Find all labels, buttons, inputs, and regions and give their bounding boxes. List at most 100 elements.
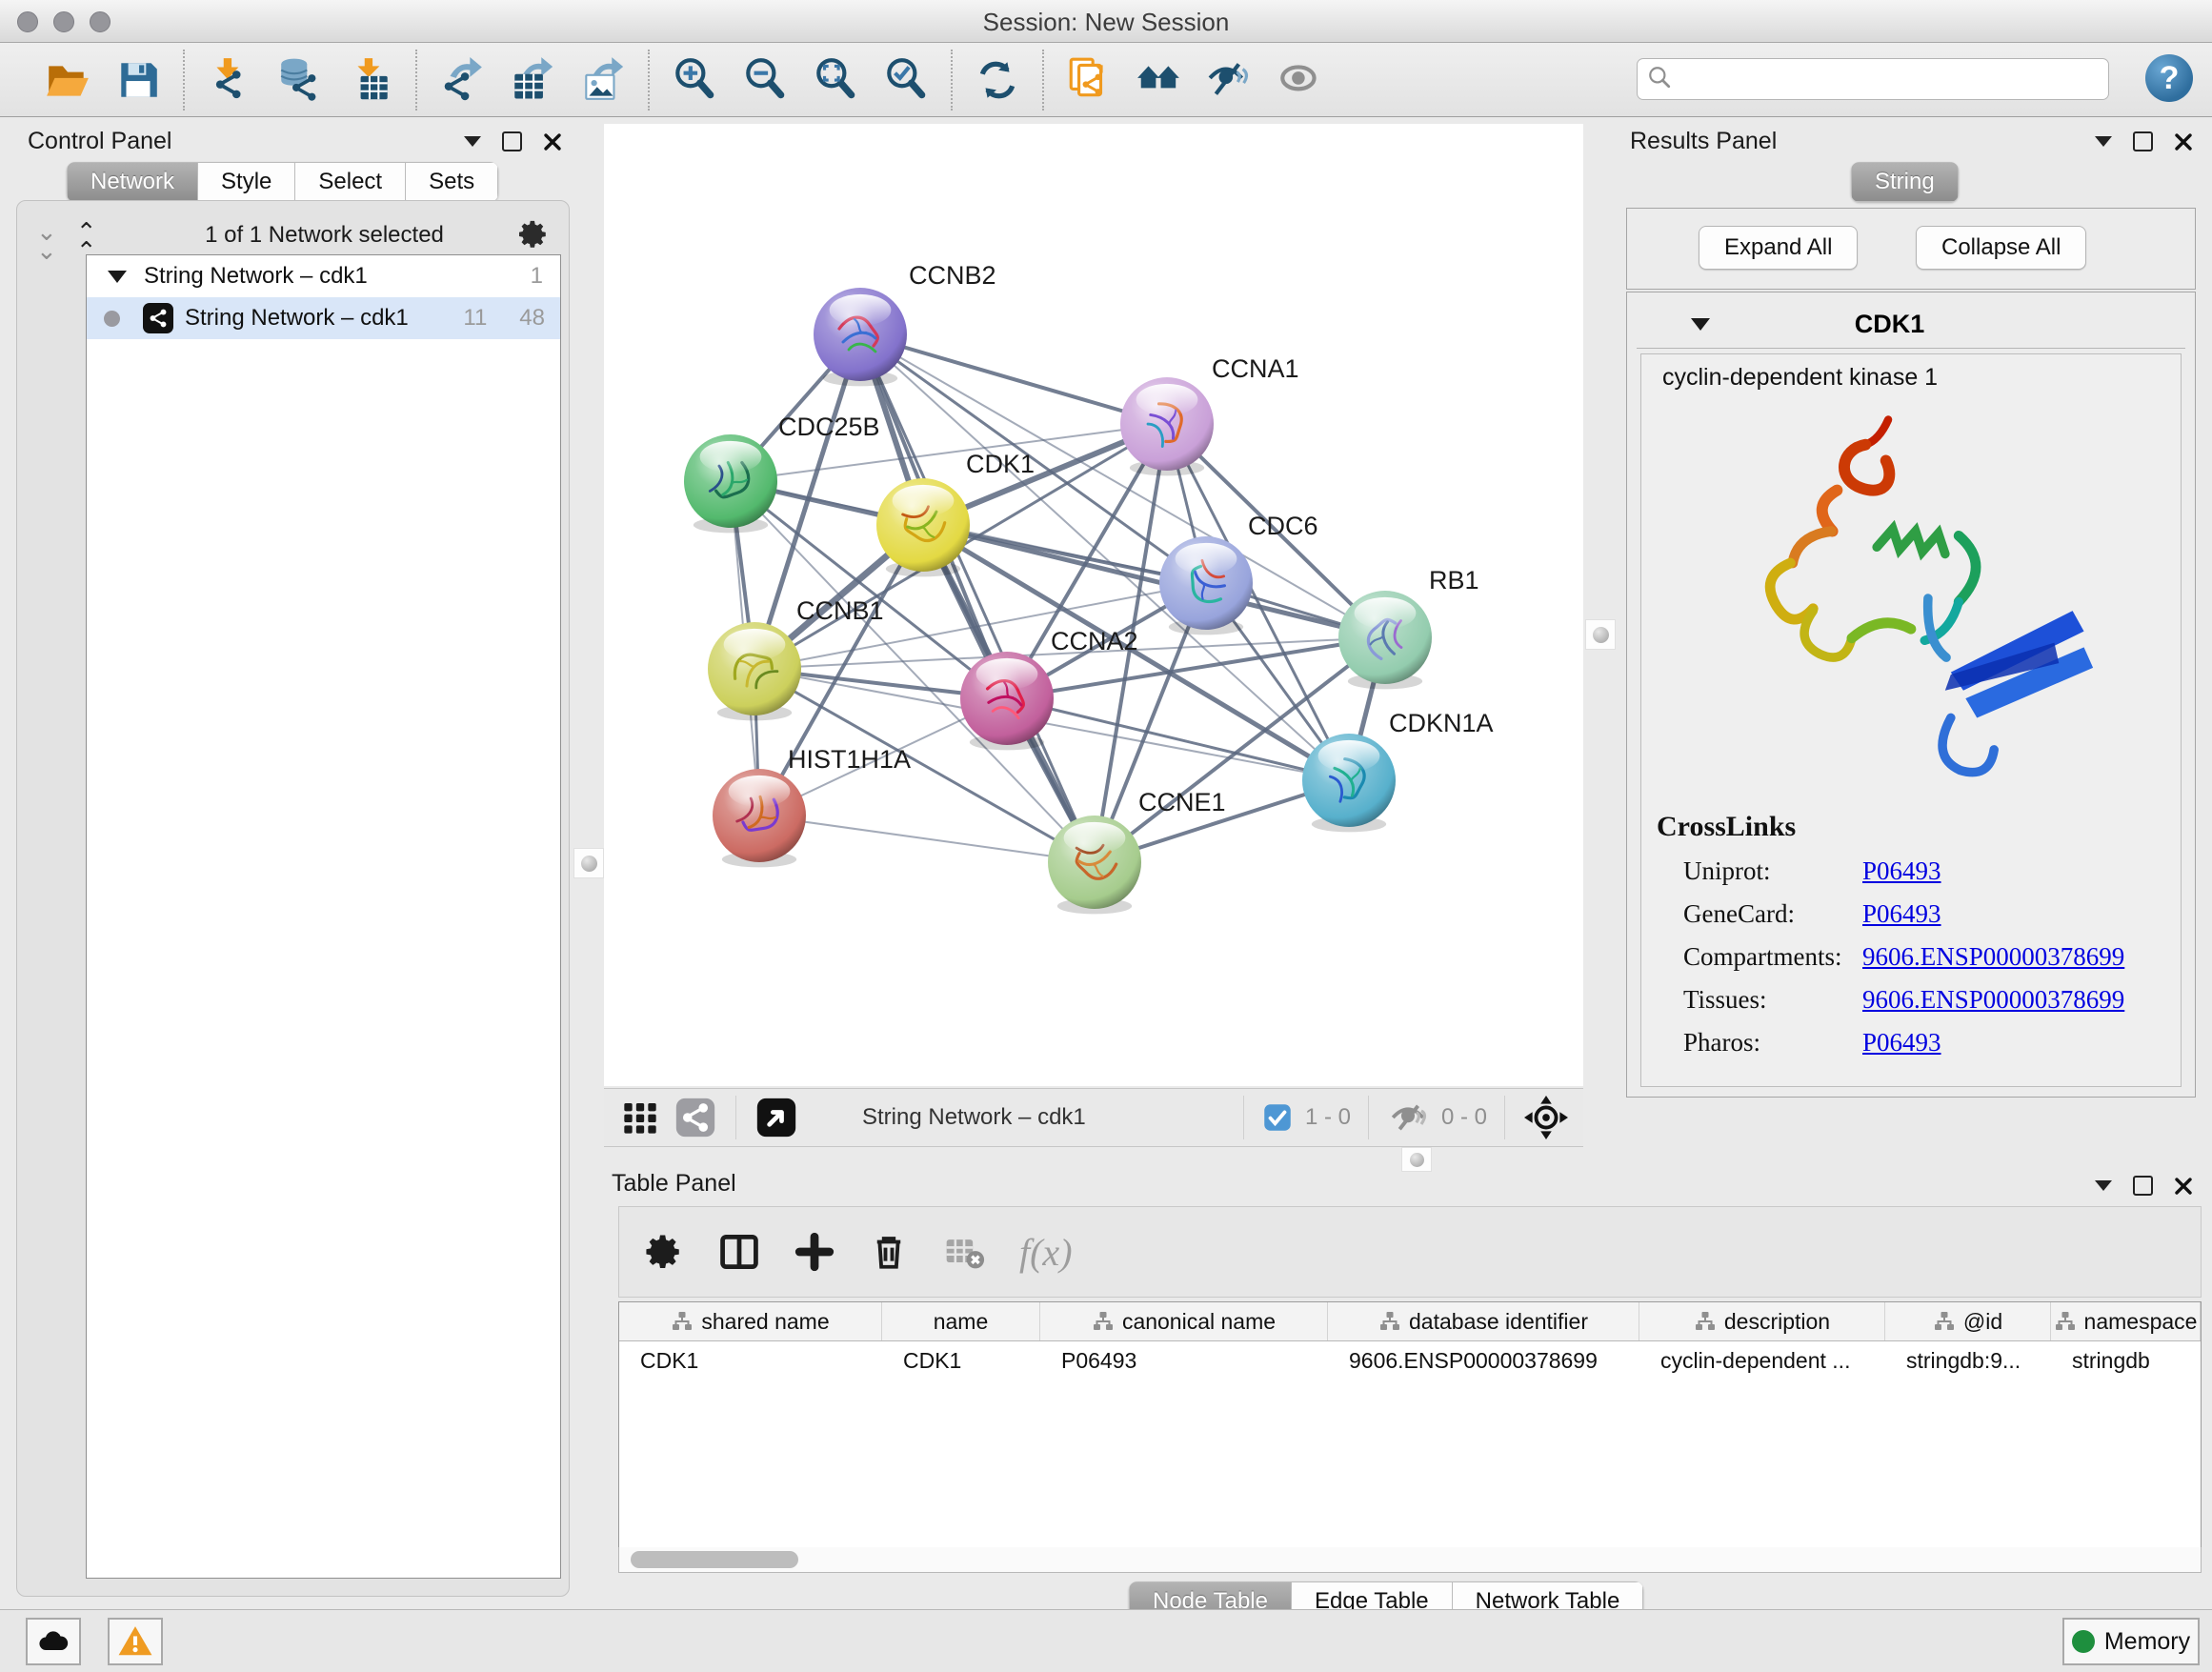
collection-expander-icon[interactable] [108,271,127,283]
selected-checkbox-icon[interactable] [1263,1103,1292,1132]
zoom-fit-icon[interactable] [809,53,862,107]
node-HIST1H1A[interactable]: HIST1H1A [713,745,911,867]
results-panel-close-icon[interactable] [2174,132,2193,151]
table-hscrollbar[interactable] [618,1547,2202,1573]
network-collection-row[interactable]: String Network – cdk1 1 [87,255,560,297]
hidden-eye-icon[interactable] [1388,1098,1428,1138]
grid-icon[interactable] [621,1098,659,1137]
crosslink-value-link[interactable]: P06493 [1862,899,1941,929]
network-status-dot [104,311,120,327]
birdseye-icon[interactable] [755,1097,797,1138]
node-CDK1[interactable]: CDK1 [876,450,1035,576]
table-cell: CDK1 [882,1341,1040,1380]
search-input[interactable] [1672,65,2108,93]
title-bar: Session: New Session [0,0,2212,43]
collapse-all-button[interactable]: Collapse All [1916,226,2086,270]
cloud-button[interactable] [26,1618,81,1665]
hide-selected-icon[interactable] [1203,53,1257,107]
edge-HIST1H1A-CCNE1[interactable] [759,816,1095,862]
network-canvas[interactable]: CCNB2 CCNA1 CDC25B CDK1 CDC6 RB1 [604,124,1583,1086]
table-hscrollbar-thumb[interactable] [631,1551,798,1568]
node-CDC25B[interactable]: CDC25B [684,413,880,533]
crosshair-icon[interactable] [1524,1096,1568,1139]
tab-style[interactable]: Style [198,162,295,202]
control-panel-menu-icon[interactable] [464,136,481,147]
entry-expander-icon[interactable] [1691,318,1710,331]
results-entry-box: CDK1 cyclin-dependent kinase 1 CrossLink… [1626,292,2196,1098]
edge-CDK1-RB1[interactable] [923,525,1385,637]
column-header-name[interactable]: name [882,1302,1040,1340]
zoom-out-icon[interactable] [738,53,792,107]
delete-icon[interactable] [869,1232,909,1272]
crosslink-value-link[interactable]: P06493 [1862,856,1941,886]
table-panel-float-icon[interactable] [2133,1176,2153,1196]
node-CCNA1[interactable]: CCNA1 [1120,354,1299,475]
import-database-icon[interactable] [273,53,327,107]
show-all-icon[interactable] [1274,53,1327,107]
crosslink-row: GeneCard:P06493 [1683,899,2181,929]
edge-CCNB2-CCNA1[interactable] [860,334,1167,424]
share-view-icon[interactable] [674,1097,716,1138]
search-box[interactable] [1637,58,2109,100]
collection-count: 1 [531,263,543,290]
collapse-all-networks-icon[interactable]: ⌄⌄ [36,222,53,260]
network-options-gear-icon[interactable] [517,218,550,255]
export-network-icon[interactable] [435,53,489,107]
column-header--id[interactable]: @id [1885,1302,2051,1340]
warning-icon [117,1623,153,1660]
node-label-HIST1H1A: HIST1H1A [788,745,911,774]
control-panel-close-icon[interactable] [543,132,562,151]
entry-gene-name: CDK1 [1710,310,2069,339]
import-network-icon[interactable] [203,53,256,107]
entry-header[interactable]: CDK1 [1639,302,2183,346]
crosslink-value-link[interactable]: 9606.ENSP00000378699 [1862,942,2124,972]
node-CCNE1[interactable]: CCNE1 [1048,788,1226,914]
table-panel-menu-icon[interactable] [2095,1180,2112,1191]
refresh-icon[interactable] [971,53,1024,107]
edge-CCNB2-CCNE1[interactable] [860,334,1095,862]
entry-details: cyclin-dependent kinase 1 CrossLinks Uni… [1640,353,2182,1087]
network-row[interactable]: String Network – cdk1 11 48 [87,297,560,339]
export-image-icon[interactable] [576,53,630,107]
control-panel-float-icon[interactable] [502,131,522,151]
gear-icon[interactable] [644,1232,684,1272]
expand-all-button[interactable]: Expand All [1699,226,1858,270]
network-list-panel: ⌄⌄ ⌃⌃ 1 of 1 Network selected String Net… [16,200,570,1597]
help-button[interactable]: ? [2145,54,2193,102]
zoom-in-icon[interactable] [668,53,721,107]
tab-network[interactable]: Network [67,162,198,202]
warning-button[interactable] [108,1618,163,1665]
tab-sets[interactable]: Sets [406,162,498,202]
table-panel-close-icon[interactable] [2174,1177,2193,1196]
tab-string[interactable]: String [1851,162,1959,202]
column-header-database-identifier[interactable]: database identifier [1328,1302,1639,1340]
export-table-icon[interactable] [506,53,559,107]
column-header-namespace[interactable]: namespace [2051,1302,2201,1340]
results-panel-title: Results Panel [1630,128,1777,155]
node-CDKN1A[interactable]: CDKN1A [1302,709,1494,832]
node-RB1[interactable]: RB1 [1338,566,1479,689]
open-file-icon[interactable] [41,53,94,107]
table-row[interactable]: CDK1CDK1P064939606.ENSP00000378699cyclin… [619,1341,2201,1380]
crosslink-value-link[interactable]: 9606.ENSP00000378699 [1862,985,2124,1015]
crosslink-value-link[interactable]: P06493 [1862,1028,1941,1058]
toolbar-separator [183,50,185,111]
column-header-canonical-name[interactable]: canonical name [1040,1302,1328,1340]
zoom-selected-icon[interactable] [879,53,933,107]
tab-select[interactable]: Select [295,162,406,202]
clone-network-icon[interactable] [1062,53,1116,107]
right-splitter-handle[interactable] [1585,619,1616,650]
column-header-description[interactable]: description [1639,1302,1885,1340]
left-splitter-handle[interactable] [573,848,604,878]
add-icon[interactable] [794,1232,835,1272]
import-table-icon[interactable] [344,53,397,107]
columns-icon[interactable] [718,1231,760,1273]
home-icon[interactable] [1133,53,1186,107]
node-CCNB1[interactable]: CCNB1 [708,596,884,720]
bottom-splitter-handle[interactable] [1401,1147,1432,1172]
column-header-shared-name[interactable]: shared name [619,1302,882,1340]
results-panel-menu-icon[interactable] [2095,136,2112,147]
save-session-icon[interactable] [111,53,165,107]
results-panel-float-icon[interactable] [2133,131,2153,151]
memory-button[interactable]: Memory [2062,1618,2200,1665]
